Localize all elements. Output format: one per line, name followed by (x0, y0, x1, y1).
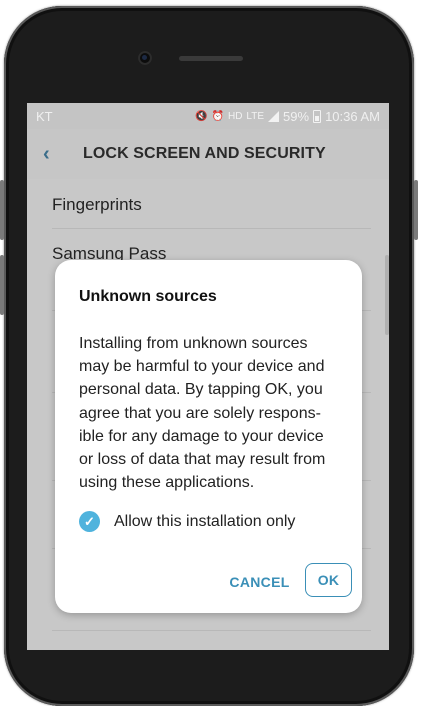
hd-icon: HD (227, 110, 243, 122)
clock: 10:36 AM (325, 108, 380, 124)
list-item-title: Fingerprints (52, 195, 142, 214)
dialog-title: Unknown sources (79, 288, 217, 305)
dialog-message-line: may be harmful to your device and (79, 358, 325, 376)
dialog-message-line: personal data. By tapping OK, you (79, 381, 323, 399)
mute-icon: 🔇 (195, 110, 208, 122)
lte-icon: LTE (246, 110, 265, 122)
front-camera (138, 51, 152, 65)
checkbox-checked-icon[interactable]: ✓ (79, 511, 100, 532)
dialog-message-line: or loss of data that may result from (79, 451, 326, 469)
power-button (414, 180, 418, 240)
back-arrow-icon[interactable]: ‹ (43, 144, 83, 164)
earpiece-speaker (179, 56, 243, 61)
battery-icon (313, 109, 322, 123)
status-bar: KT 🔇 ⏰ HD LTE 59% 10:36 AM (27, 103, 389, 129)
app-bar: ‹ LOCK SCREEN AND SECURITY (27, 129, 389, 179)
battery-percent: 59% (283, 108, 310, 124)
volume-button (0, 180, 4, 240)
unknown-sources-dialog: Unknown sources Installing from unknown … (55, 260, 362, 613)
ok-button[interactable]: OK (305, 563, 352, 597)
dialog-message-line: using these applications. (79, 474, 255, 492)
dialog-message-line: Installing from unknown sources (79, 335, 308, 352)
status-icons: 🔇 ⏰ HD LTE 59% 10:36 AM (195, 109, 380, 124)
volume-button (0, 255, 4, 315)
carrier-label: KT (36, 108, 53, 124)
signal-icon (268, 110, 280, 122)
allow-once-checkbox-row[interactable]: ✓ Allow this installation only (79, 511, 295, 532)
alarm-icon: ⏰ (211, 110, 224, 122)
dialog-message: Installing from unknown sources may be h… (79, 332, 341, 494)
list-item-fingerprints[interactable]: Fingerprints (52, 179, 371, 229)
dialog-message-line: agree that you are solely respons- (79, 404, 321, 422)
checkbox-label: Allow this installation only (114, 512, 296, 530)
scrollbar[interactable] (385, 255, 389, 335)
dialog-message-line: ible for any damage to your device (79, 427, 324, 445)
cancel-button[interactable]: CANCEL (223, 572, 296, 592)
page-title: LOCK SCREEN AND SECURITY (83, 145, 326, 162)
